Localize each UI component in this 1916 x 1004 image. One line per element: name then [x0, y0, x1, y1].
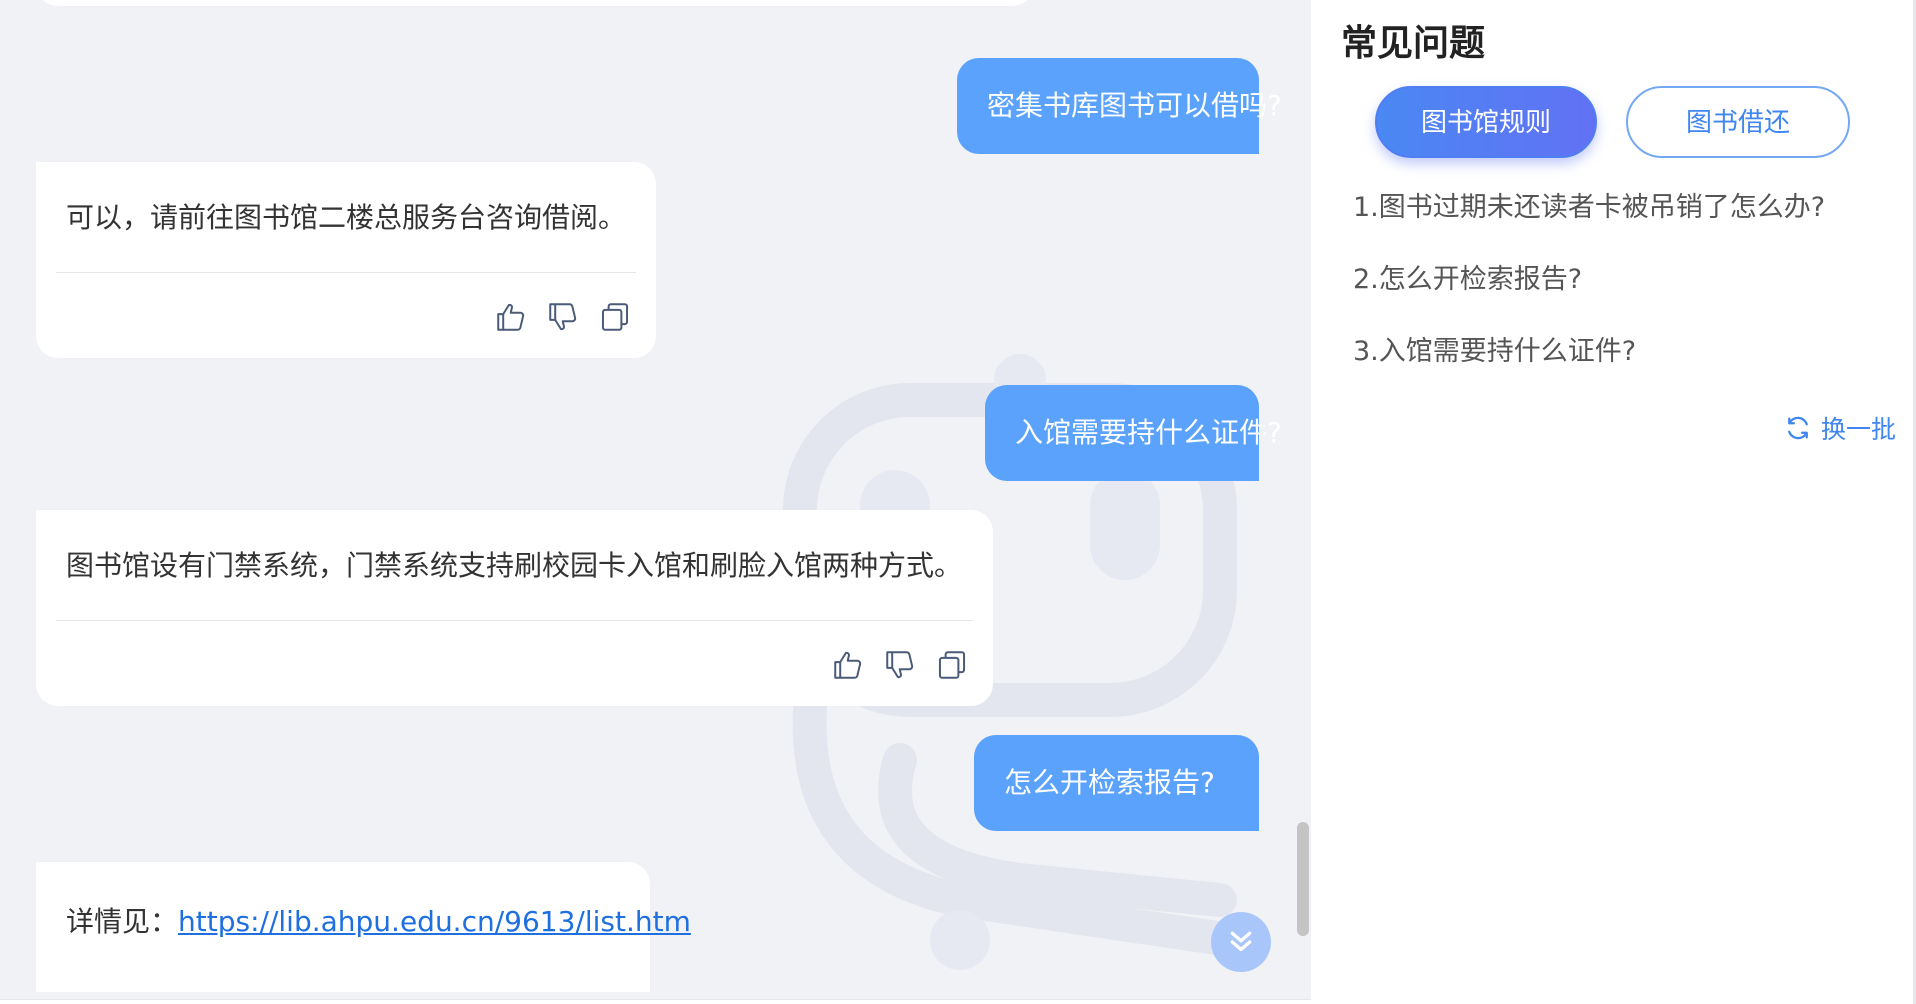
faq-question-item[interactable]: 2.怎么开检索报告?: [1353, 262, 1825, 298]
double-chevron-down-icon: [1230, 931, 1252, 952]
previous-message-bubble: [36, 0, 1034, 6]
user-message-bubble: 怎么开检索报告?: [974, 735, 1259, 831]
link-prefix-text: 详情见：: [66, 905, 179, 938]
user-message-text: 密集书库图书可以借吗?: [987, 89, 1282, 122]
bot-message-divider: [56, 272, 636, 273]
faq-question-item[interactable]: 3.入馆需要持什么证件?: [1353, 334, 1825, 370]
details-link[interactable]: https://lib.ahpu.edu.cn/9613/list.htm: [178, 905, 691, 938]
chat-scrollbar-thumb[interactable]: [1297, 822, 1309, 936]
refresh-icon: [1788, 416, 1808, 440]
faq-question-list: 1.图书过期未还读者卡被吊销了怎么办? 2.怎么开检索报告? 3.入馆需要持什么…: [1353, 190, 1825, 406]
faq-title: 常见问题: [1341, 23, 1486, 64]
thumbs-up-icon[interactable]: [831, 648, 865, 682]
user-message-bubble: 密集书库图书可以借吗?: [957, 58, 1282, 154]
page: 密集书库图书可以借吗? 可以，请前往图书馆二楼总服务台咨询借阅。 入馆需要持什么…: [0, 0, 1916, 1004]
bot-message-actions: [494, 300, 632, 334]
bot-message-divider: [56, 620, 973, 621]
tab-book-borrowing[interactable]: 图书借还: [1626, 86, 1850, 158]
user-message-text: 入馆需要持什么证件?: [1015, 416, 1282, 449]
bot-message-bubble: 图书馆设有门禁系统，门禁系统支持刷校园卡入馆和刷脸入馆两种方式。: [36, 510, 993, 706]
bot-message-actions: [831, 648, 969, 682]
user-message-bubble: 入馆需要持什么证件?: [985, 385, 1282, 481]
faq-question-item[interactable]: 1.图书过期未还读者卡被吊销了怎么办?: [1353, 190, 1825, 226]
copy-icon[interactable]: [935, 648, 969, 682]
bot-message-bubble: 详情见：https://lib.ahpu.edu.cn/9613/list.ht…: [36, 862, 691, 992]
bot-message-text: 详情见：https://lib.ahpu.edu.cn/9613/list.ht…: [66, 900, 691, 940]
chat-bottom-border: [0, 999, 1311, 1000]
user-message-text: 怎么开检索报告?: [1004, 766, 1215, 799]
thumbs-up-icon[interactable]: [494, 300, 528, 334]
thumbs-down-icon[interactable]: [546, 300, 580, 334]
tab-library-rules[interactable]: 图书馆规则: [1375, 86, 1597, 158]
bot-message-bubble: 可以，请前往图书馆二楼总服务台咨询借阅。: [36, 162, 656, 358]
scroll-to-bottom-button[interactable]: [1211, 912, 1271, 972]
thumbs-down-icon[interactable]: [883, 648, 917, 682]
bot-message-text: 图书馆设有门禁系统，门禁系统支持刷校园卡入馆和刷脸入馆两种方式。: [66, 549, 963, 582]
chat-area[interactable]: 密集书库图书可以借吗? 可以，请前往图书馆二楼总服务台咨询借阅。 入馆需要持什么…: [0, 0, 1311, 1000]
refresh-label: 换一批: [1821, 415, 1897, 444]
refresh-questions-button[interactable]: 换一批: [1783, 410, 1896, 446]
copy-icon[interactable]: [598, 300, 632, 334]
faq-panel: 常见问题 图书馆规则 图书借还 1.图书过期未还读者卡被吊销了怎么办? 2.怎么…: [1311, 0, 1916, 1004]
bot-message-text: 可以，请前往图书馆二楼总服务台咨询借阅。: [66, 201, 627, 234]
